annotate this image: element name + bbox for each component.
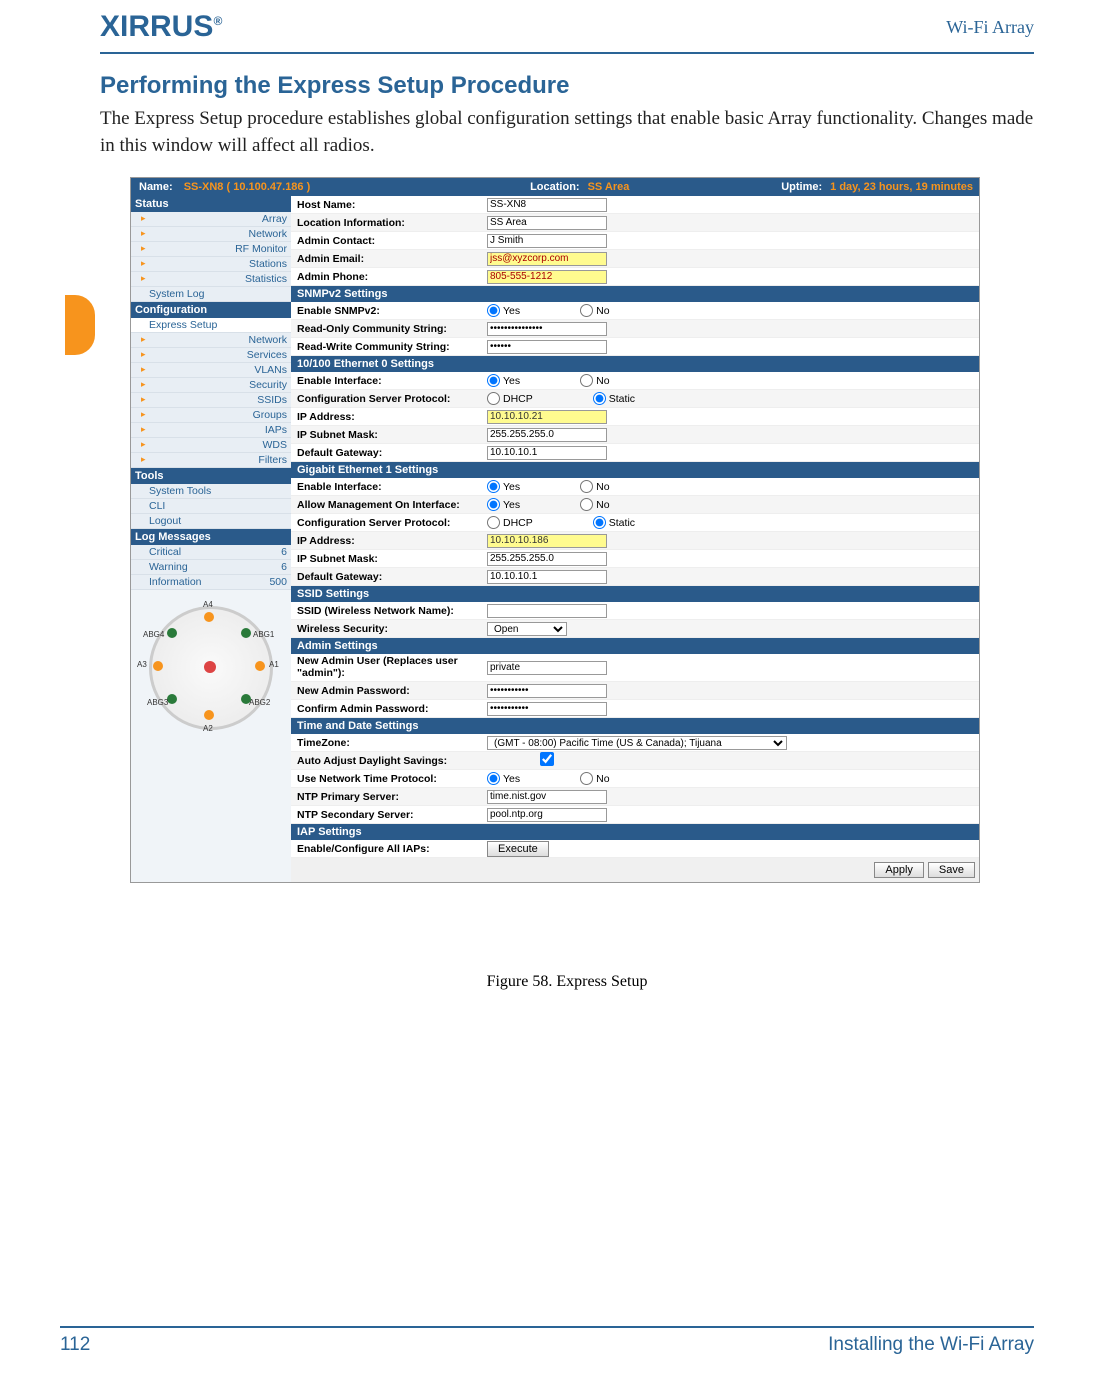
sidebar-item-information[interactable]: Information500 bbox=[131, 575, 291, 590]
sidebar-item-vlans[interactable]: VLANs bbox=[131, 363, 291, 378]
sidebar-item-statistics[interactable]: Statistics bbox=[131, 272, 291, 287]
save-button[interactable]: Save bbox=[928, 862, 975, 878]
header-rule bbox=[100, 52, 1034, 54]
execute-button[interactable]: Execute bbox=[487, 841, 549, 857]
ntp-no-radio[interactable] bbox=[580, 772, 593, 785]
sidebar-item-cfg-network[interactable]: Network bbox=[131, 333, 291, 348]
apply-button[interactable]: Apply bbox=[874, 862, 924, 878]
ntp-secondary-input[interactable] bbox=[487, 808, 607, 822]
sidebar: Status Array Network RF Monitor Stations… bbox=[131, 196, 291, 882]
sidebar-item-network[interactable]: Network bbox=[131, 227, 291, 242]
eth0-static-radio[interactable] bbox=[593, 392, 606, 405]
gig1-mgmt-no[interactable] bbox=[580, 498, 593, 511]
gig1-ip-input[interactable] bbox=[487, 534, 607, 548]
sidebar-item-rf-monitor[interactable]: RF Monitor bbox=[131, 242, 291, 257]
topbar: Name: SS-XN8 ( 10.100.47.186 ) Location:… bbox=[131, 178, 979, 196]
section-tab bbox=[65, 295, 95, 355]
ssid-name-input[interactable] bbox=[487, 604, 607, 618]
sidebar-log-header: Log Messages bbox=[131, 529, 291, 545]
dst-checkbox[interactable] bbox=[487, 752, 607, 766]
section-title: Performing the Express Setup Procedure bbox=[100, 72, 1034, 100]
express-setup-screenshot: Name: SS-XN8 ( 10.100.47.186 ) Location:… bbox=[130, 177, 980, 883]
figure-caption: Figure 58. Express Setup bbox=[100, 973, 1034, 991]
doc-title: Wi-Fi Array bbox=[946, 17, 1034, 38]
sidebar-item-filters[interactable]: Filters bbox=[131, 453, 291, 468]
sidebar-config-header: Configuration bbox=[131, 302, 291, 318]
timezone-select[interactable]: (GMT - 08:00) Pacific Time (US & Canada)… bbox=[487, 736, 787, 750]
sidebar-item-groups[interactable]: Groups bbox=[131, 408, 291, 423]
gig1-gw-input[interactable] bbox=[487, 570, 607, 584]
snmp-no-radio[interactable] bbox=[580, 304, 593, 317]
gig1-enable-yes[interactable] bbox=[487, 480, 500, 493]
sidebar-item-express-setup[interactable]: Express Setup bbox=[131, 318, 291, 333]
eth0-section-header: 10/100 Ethernet 0 Settings bbox=[291, 356, 979, 372]
location-input[interactable] bbox=[487, 216, 607, 230]
logo: XIRRUS® bbox=[100, 10, 222, 44]
sidebar-item-system-log[interactable]: System Log bbox=[131, 287, 291, 302]
eth0-mask-input[interactable] bbox=[487, 428, 607, 442]
host-name-input[interactable] bbox=[487, 198, 607, 212]
sidebar-item-stations[interactable]: Stations bbox=[131, 257, 291, 272]
gig1-enable-no[interactable] bbox=[580, 480, 593, 493]
gig1-mgmt-yes[interactable] bbox=[487, 498, 500, 511]
gig1-static-radio[interactable] bbox=[593, 516, 606, 529]
admin-confirm-input[interactable] bbox=[487, 702, 607, 716]
gig1-mask-input[interactable] bbox=[487, 552, 607, 566]
sidebar-item-warning[interactable]: Warning6 bbox=[131, 560, 291, 575]
main-form: Host Name: Location Information: Admin C… bbox=[291, 196, 979, 882]
sidebar-item-logout[interactable]: Logout bbox=[131, 514, 291, 529]
sidebar-item-ssids[interactable]: SSIDs bbox=[131, 393, 291, 408]
radio-diagram: A4 ABG4 ABG1 A3 A1 ABG3 ABG2 A2 bbox=[141, 598, 281, 738]
eth0-gw-input[interactable] bbox=[487, 446, 607, 460]
snmp-rw-input[interactable] bbox=[487, 340, 607, 354]
sidebar-item-iaps[interactable]: IAPs bbox=[131, 423, 291, 438]
admin-contact-input[interactable] bbox=[487, 234, 607, 248]
time-section-header: Time and Date Settings bbox=[291, 718, 979, 734]
eth0-enable-no[interactable] bbox=[580, 374, 593, 387]
sidebar-item-array[interactable]: Array bbox=[131, 212, 291, 227]
admin-user-input[interactable] bbox=[487, 661, 607, 675]
eth0-dhcp-radio[interactable] bbox=[487, 392, 500, 405]
page-number: 112 bbox=[60, 1334, 90, 1356]
sidebar-item-cli[interactable]: CLI bbox=[131, 499, 291, 514]
body-text: The Express Setup procedure establishes … bbox=[100, 106, 1034, 159]
snmp-section-header: SNMPv2 Settings bbox=[291, 286, 979, 302]
sidebar-status-header: Status bbox=[131, 196, 291, 212]
gig1-dhcp-radio[interactable] bbox=[487, 516, 500, 529]
admin-email-input[interactable] bbox=[487, 252, 607, 266]
footer-title: Installing the Wi-Fi Array bbox=[828, 1334, 1034, 1356]
admin-pass-input[interactable] bbox=[487, 684, 607, 698]
ntp-primary-input[interactable] bbox=[487, 790, 607, 804]
snmp-yes-radio[interactable] bbox=[487, 304, 500, 317]
eth0-ip-input[interactable] bbox=[487, 410, 607, 424]
iap-section-header: IAP Settings bbox=[291, 824, 979, 840]
wireless-security-select[interactable]: Open bbox=[487, 622, 567, 636]
gig1-section-header: Gigabit Ethernet 1 Settings bbox=[291, 462, 979, 478]
ntp-yes-radio[interactable] bbox=[487, 772, 500, 785]
footer: 112 Installing the Wi-Fi Array bbox=[60, 1326, 1034, 1356]
snmp-ro-input[interactable] bbox=[487, 322, 607, 336]
sidebar-item-system-tools[interactable]: System Tools bbox=[131, 484, 291, 499]
admin-section-header: Admin Settings bbox=[291, 638, 979, 654]
sidebar-item-security[interactable]: Security bbox=[131, 378, 291, 393]
sidebar-item-critical[interactable]: Critical6 bbox=[131, 545, 291, 560]
admin-phone-input[interactable] bbox=[487, 270, 607, 284]
sidebar-tools-header: Tools bbox=[131, 468, 291, 484]
sidebar-item-wds[interactable]: WDS bbox=[131, 438, 291, 453]
sidebar-item-services[interactable]: Services bbox=[131, 348, 291, 363]
eth0-enable-yes[interactable] bbox=[487, 374, 500, 387]
ssid-section-header: SSID Settings bbox=[291, 586, 979, 602]
